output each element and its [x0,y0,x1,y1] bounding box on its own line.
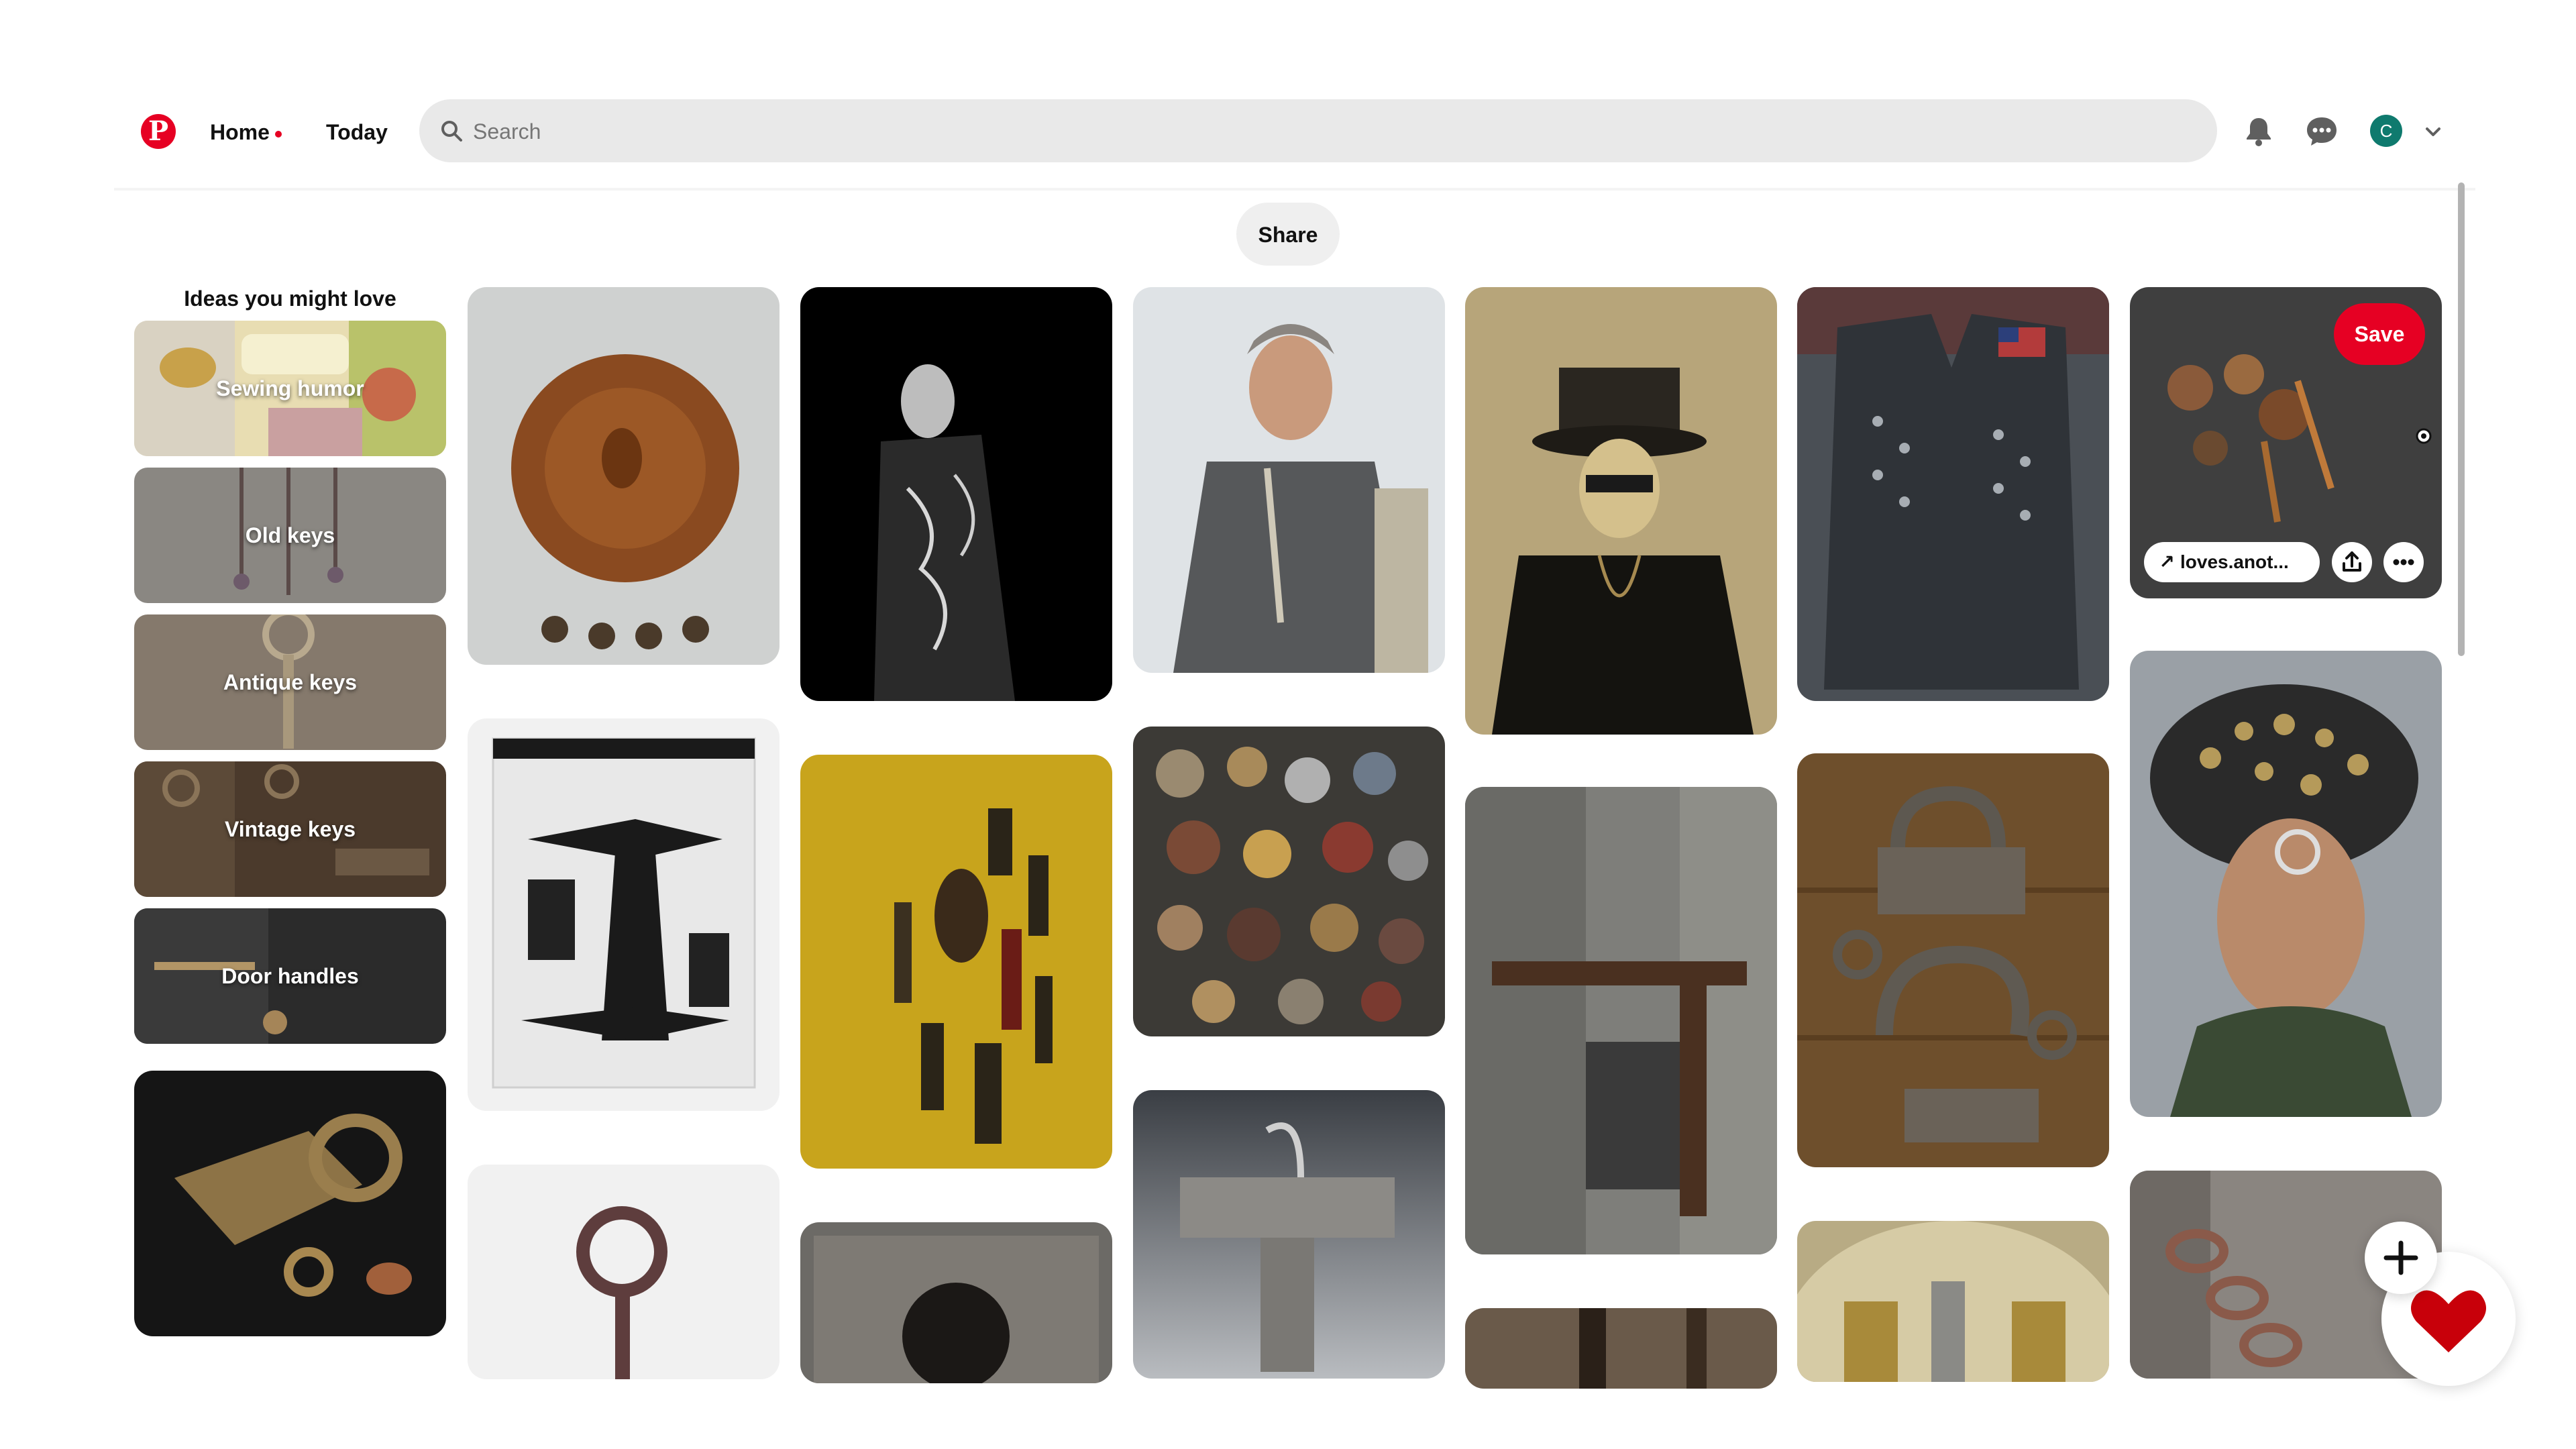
pin-image [1465,787,1777,1254]
nav-today-label: Today [326,120,388,144]
plus-icon [2383,1240,2418,1275]
pin-image [468,718,780,1111]
idea-sewing-humor[interactable]: Sewing humor [134,321,446,456]
pin-image [1465,287,1777,735]
pin-image [800,287,1112,701]
pin-source-label: loves.anot... [2180,551,2289,572]
idea-label: Sewing humor [216,376,364,400]
nav-home-label: Home [210,120,270,144]
scrollbar[interactable] [2458,182,2465,656]
pin-image [1797,753,2109,1167]
pin-wood-plank[interactable] [1465,1308,1777,1389]
pin-image [800,1222,1112,1383]
share-icon [2343,551,2361,572]
save-button[interactable]: Save [2334,303,2425,365]
search-icon [441,121,462,142]
pin-image [1133,287,1445,673]
idea-label: Antique keys [223,669,358,694]
pin-bw-fashion[interactable] [800,287,1112,701]
pin-iron-key[interactable] [468,1165,780,1379]
pin-metal-sculpture[interactable] [1133,1090,1445,1379]
pin-brass-padlock[interactable] [134,1071,446,1336]
idea-label: Door handles [221,963,359,988]
pin-studded-denim-vest[interactable] [1797,287,2109,701]
share-pin-button[interactable] [2332,542,2372,582]
pin-source-link[interactable]: ↗ loves.anot... [2144,542,2320,582]
pin-antique-padlocks-wood[interactable] [1797,753,2109,1167]
search-input[interactable] [472,99,2192,164]
chevron-down-icon[interactable] [2422,121,2445,144]
pin-keyhole-plate[interactable] [800,1222,1112,1383]
ideas-title: Ideas you might love [184,286,396,311]
idea-antique-keys[interactable]: Antique keys [134,614,446,750]
idea-door-handles[interactable]: Door handles [134,908,446,1044]
select-indicator-icon[interactable] [2415,427,2432,445]
pin-rusty-nail-sculpture[interactable] [468,287,780,665]
pin-keys-on-yellow[interactable] [800,755,1112,1169]
nav-home[interactable]: Home [210,114,282,150]
idea-label: Old keys [245,523,335,547]
pin-man-portrait[interactable] [1133,287,1445,673]
pin-image [2130,651,2442,1117]
pin-image [1465,1308,1777,1389]
pin-image [1133,727,1445,1036]
share-button[interactable]: Share [1236,203,1340,266]
pin-image [134,1071,446,1336]
pin-image [800,755,1112,1169]
idea-vintage-keys[interactable]: Vintage keys [134,761,446,897]
pin-padlock-collection[interactable] [1133,727,1445,1036]
pin-rustic-door-latch[interactable] [1465,787,1777,1254]
avatar[interactable]: C [2370,115,2402,147]
pin-image [468,287,780,665]
pin-winding-keys-plate[interactable] [1797,1221,2109,1382]
pin-black-hinges[interactable] [468,718,780,1111]
pin-image [1133,1090,1445,1379]
pin-image [468,1165,780,1379]
add-button[interactable] [2365,1222,2437,1294]
search-bar[interactable] [419,99,2217,164]
pin-image [1797,287,2109,701]
pin-image [1797,1221,2109,1382]
idea-old-keys[interactable]: Old keys [134,468,446,603]
chat-icon[interactable] [2304,114,2339,149]
nav-today[interactable]: Today [326,114,388,150]
idea-label: Vintage keys [224,816,356,841]
more-icon [2393,559,2414,566]
more-options-button[interactable] [2383,542,2424,582]
bell-icon[interactable] [2241,114,2276,149]
pinterest-logo-icon[interactable]: P [141,114,176,149]
arrow-up-right-icon: ↗ [2159,551,2175,572]
home-indicator-dot [274,130,282,138]
pin-spoon-crown-portrait[interactable] [1465,287,1777,735]
pin-button-headpiece-model[interactable] [2130,651,2442,1117]
